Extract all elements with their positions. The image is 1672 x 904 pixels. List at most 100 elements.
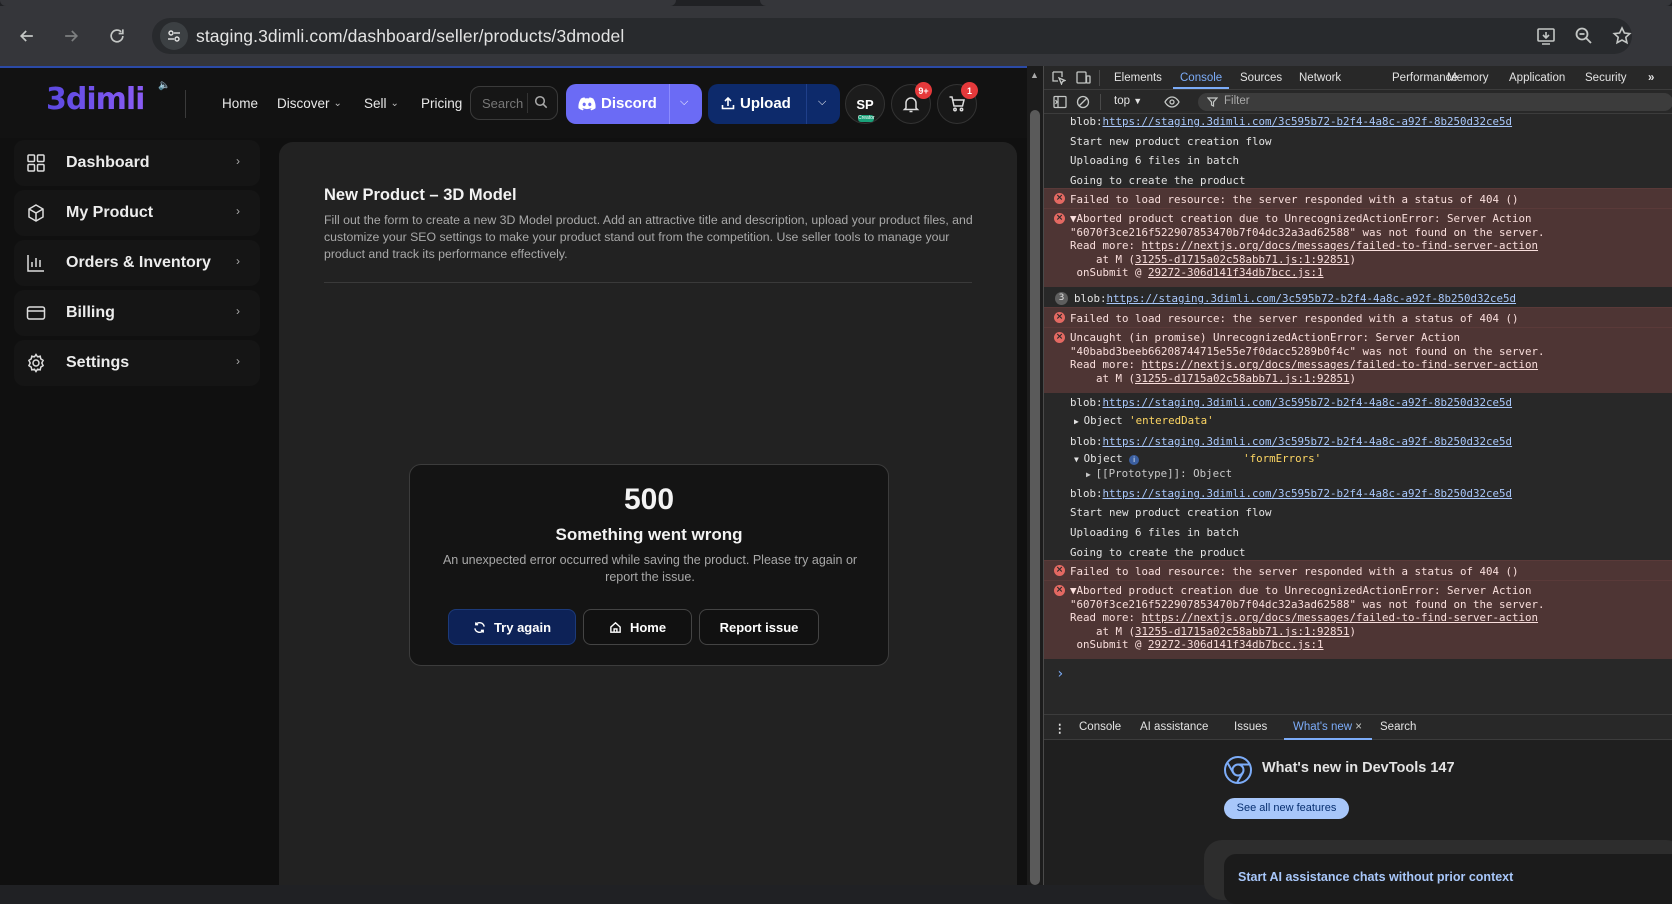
close-icon[interactable]: × (1355, 721, 1362, 733)
discord-button[interactable]: Discord ⌵ (566, 84, 702, 124)
divider (806, 84, 807, 124)
error-card: 500 Something went wrong An unexpected e… (409, 464, 889, 666)
tab-security[interactable]: Security (1585, 72, 1627, 84)
tab-sources[interactable]: Sources (1240, 72, 1282, 84)
console-prompt[interactable]: › (1044, 667, 1672, 682)
drawer-tab-console[interactable]: Console (1079, 721, 1121, 733)
log-link[interactable]: https://staging.3dimli.com/3c595b72-b2f4… (1107, 292, 1517, 305)
log-link[interactable]: 31255-d1715a02c58abb71.js:1:92851 (1135, 625, 1350, 638)
console-error-row[interactable]: × ▼Aborted product creation due to Unreco… (1044, 580, 1672, 659)
sidebar-toggle-icon[interactable] (1053, 95, 1067, 109)
site-info-icon[interactable] (160, 22, 188, 50)
divider (669, 84, 670, 124)
tab-memory[interactable]: Memory (1447, 72, 1489, 84)
error-message: An unexpected error occurred while savin… (442, 553, 858, 584)
sidebar-item-billing[interactable]: Billing › (14, 290, 260, 336)
collapse-arrow-icon[interactable]: ▼ (1074, 455, 1084, 464)
tab-application[interactable]: Application (1509, 72, 1565, 84)
nav-discover[interactable]: Discover ⌄ (277, 96, 342, 111)
nav-sell[interactable]: Sell ⌄ (364, 96, 399, 111)
page-description: Fill out the form to create a new 3D Mod… (324, 213, 973, 261)
reload-icon[interactable] (103, 22, 131, 50)
inspect-element-icon[interactable] (1052, 71, 1066, 85)
console-error-row[interactable]: × ▼Aborted product creation due to Unreco… (1044, 208, 1672, 287)
chevron-down-icon[interactable]: ⌵ (818, 96, 826, 109)
zoom-icon[interactable] (1572, 24, 1596, 48)
sidebar-item-orders[interactable]: Orders & Inventory › (14, 240, 260, 286)
console-object-row[interactable]: ▶ [[Prototype]]: Object (1044, 467, 1672, 482)
console-error-row: × Failed to load resource: the server res… (1044, 307, 1672, 327)
nav-home-label: Home (222, 96, 259, 111)
address-bar[interactable]: staging.3dimli.com/dashboard/seller/prod… (152, 18, 1632, 54)
scroll-up-icon[interactable]: ▲ (1030, 70, 1039, 80)
bookmark-star-icon[interactable] (1610, 24, 1634, 48)
log-link[interactable]: https://staging.3dimli.com/3c595b72-b2f4… (1103, 487, 1513, 500)
report-issue-button[interactable]: Report issue (699, 609, 819, 645)
sidebar-item-label: Dashboard (66, 154, 150, 171)
device-toolbar-icon[interactable] (1076, 71, 1091, 85)
search-icon[interactable] (534, 95, 548, 109)
log-link[interactable]: 29272-306d141f34db7bcc.js:1 (1148, 266, 1324, 279)
divider (1100, 94, 1101, 110)
log-link[interactable]: 31255-d1715a02c58abb71.js:1:92851 (1135, 253, 1350, 266)
expand-arrow-icon[interactable]: ▶ (1074, 417, 1084, 426)
page-scrollbar[interactable]: ▲ (1027, 66, 1043, 885)
cart-button[interactable]: 1 (937, 82, 978, 124)
feature-card-title[interactable]: Start AI assistance chats without prior … (1238, 870, 1513, 884)
filter-input[interactable] (1198, 93, 1672, 111)
sidebar: Dashboard › My Product › Orders & Invent… (0, 138, 262, 885)
log-link[interactable]: https://nextjs.org/docs/messages/failed-… (1142, 358, 1539, 371)
eye-icon[interactable] (1164, 96, 1180, 108)
log-link[interactable]: https://staging.3dimli.com/3c595b72-b2f4… (1103, 115, 1513, 128)
log-link[interactable]: 31255-d1715a02c58abb71.js:1:92851 (1135, 372, 1350, 385)
forward-icon[interactable] (57, 22, 85, 50)
console-object-row[interactable]: ▶ Object 'enteredData' (1044, 414, 1672, 429)
log-link[interactable]: https://nextjs.org/docs/messages/failed-… (1142, 611, 1539, 624)
back-icon[interactable] (13, 22, 41, 50)
more-tabs-icon[interactable]: » (1648, 72, 1654, 84)
try-again-button[interactable]: Try again (448, 609, 576, 645)
sidebar-item-my-product[interactable]: My Product › (14, 190, 260, 236)
drawer-tab-whats-new[interactable]: What's new × (1293, 721, 1362, 733)
drawer-tab-search[interactable]: Search (1380, 721, 1416, 733)
chevron-down-icon: ⌄ (390, 98, 399, 109)
tab-network[interactable]: Network (1299, 72, 1341, 84)
search-input[interactable]: Search (482, 96, 523, 111)
sidebar-item-settings[interactable]: Settings › (14, 340, 260, 386)
upload-button[interactable]: Upload ⌵ (708, 84, 840, 124)
nav-pricing[interactable]: Pricing (421, 96, 462, 111)
sidebar-item-dashboard[interactable]: Dashboard › (14, 140, 260, 186)
url-text[interactable]: staging.3dimli.com/dashboard/seller/prod… (196, 26, 624, 47)
notification-badge: 9+ (915, 82, 932, 99)
log-link[interactable]: 29272-306d141f34db7bcc.js:1 (1148, 638, 1324, 651)
cart-icon (949, 96, 965, 112)
tab-elements[interactable]: Elements (1114, 72, 1162, 84)
log-text: blob: (1070, 435, 1103, 448)
tab-console[interactable]: Console (1180, 72, 1222, 84)
log-link[interactable]: https://nextjs.org/docs/messages/failed-… (1142, 239, 1539, 252)
see-all-features-button[interactable]: See all new features (1224, 798, 1349, 819)
notifications-button[interactable]: 9+ (891, 82, 932, 124)
install-app-icon[interactable] (1534, 24, 1558, 48)
log-text: blob: (1070, 396, 1103, 409)
drawer-tab-issues[interactable]: Issues (1234, 721, 1267, 733)
clear-console-icon[interactable] (1076, 95, 1090, 109)
drawer-tab-ai-assistance[interactable]: AI assistance (1140, 721, 1208, 733)
info-icon[interactable]: i (1129, 455, 1140, 465)
chevron-right-icon: › (236, 304, 240, 318)
site-search[interactable]: Search (470, 86, 558, 120)
console-object-row[interactable]: ▼ Object i 'formErrors' (1044, 452, 1672, 467)
context-selector[interactable]: top ▼ (1114, 95, 1142, 107)
console-error-row[interactable]: × Uncaught (in promise) UnrecognizedActio… (1044, 327, 1672, 393)
site-logo[interactable]: 3dimli (46, 82, 145, 117)
drawer-menu-icon[interactable]: ⋮ (1054, 721, 1066, 735)
scrollbar-thumb[interactable] (1030, 110, 1040, 885)
chevron-down-icon[interactable]: ⌵ (680, 96, 688, 109)
home-button[interactable]: Home (583, 609, 692, 645)
log-link[interactable]: https://staging.3dimli.com/3c595b72-b2f4… (1103, 396, 1513, 409)
log-link[interactable]: https://staging.3dimli.com/3c595b72-b2f4… (1103, 435, 1513, 448)
nav-home[interactable]: Home (222, 96, 258, 111)
main-content: New Product – 3D Model Fill out the form… (279, 142, 1017, 885)
expand-arrow-icon[interactable]: ▶ (1086, 470, 1096, 479)
avatar[interactable]: SP Creator (845, 84, 885, 124)
